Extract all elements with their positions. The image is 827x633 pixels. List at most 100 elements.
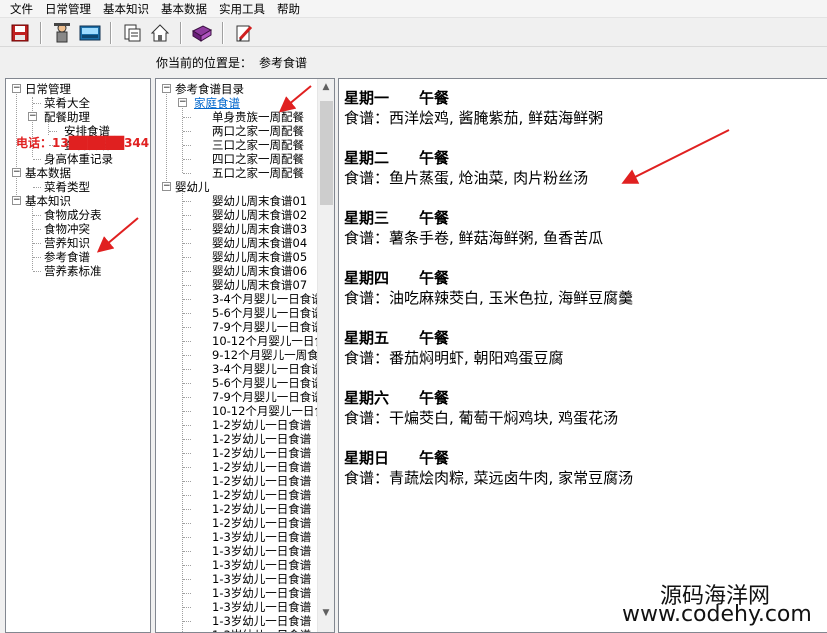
tree-item-infant-recipe[interactable]: 1-3岁幼儿一日食谱 <box>212 614 311 628</box>
menu-day-heading: 星期一 午餐 <box>344 87 449 108</box>
collapse-toggle[interactable]: − <box>28 112 37 121</box>
tree-item-infant-recipe[interactable]: 1-2岁幼儿一日食谱 <box>212 446 311 460</box>
menu-recipe-text: 食谱：鱼片蒸蛋, 炝油菜, 肉片粉丝汤 <box>344 169 589 187</box>
tree-item-infant-recipe[interactable]: 1-3岁幼儿一日食谱 <box>212 600 311 614</box>
tree-item-infant-recipe[interactable]: 婴幼儿周末食谱07 <box>212 278 307 292</box>
home-icon <box>150 23 170 41</box>
tree-item-family-recipe[interactable]: 五口之家一周配餐 <box>212 166 304 180</box>
tree-item-infant-recipe[interactable]: 婴幼儿周末食谱05 <box>212 250 307 264</box>
tree-line <box>183 341 191 342</box>
tree-item-family-recipes[interactable]: 家庭食谱 <box>194 96 240 110</box>
menu-basic-knowledge[interactable]: 基本知识 <box>97 0 155 18</box>
collapse-toggle[interactable]: − <box>162 182 171 191</box>
tree-item-height-weight[interactable]: 身高体重记录 <box>44 152 113 166</box>
tree-item-family-recipe[interactable]: 单身贵族一周配餐 <box>212 110 304 124</box>
tree-item-infant-recipe[interactable]: 1-2岁幼儿一日食谱 <box>212 432 311 446</box>
tree-item-infant-recipe[interactable]: 1-2岁幼儿一日食谱 <box>212 488 311 502</box>
tree-line <box>33 229 41 230</box>
collapse-toggle[interactable]: − <box>162 84 171 93</box>
phone-annotation: 电话：13██████344 <box>16 136 150 150</box>
scroll-up-arrow[interactable]: ▲ <box>318 79 334 95</box>
tree-item-family-recipe[interactable]: 两口之家一周配餐 <box>212 124 304 138</box>
tree-item-infant-recipe[interactable]: 5-6个月婴儿一日食谱 <box>212 306 323 320</box>
tree-item-infant-recipe[interactable]: 婴幼儿周末食谱02 <box>212 208 307 222</box>
tree-item-nutrition-knowledge[interactable]: 营养知识 <box>44 236 90 250</box>
tree-line <box>183 355 191 356</box>
document-button[interactable] <box>120 21 144 45</box>
home-button[interactable] <box>148 21 172 45</box>
day-label: 星期五 <box>344 329 390 347</box>
tree-item-infant-recipe[interactable]: 婴幼儿周末食谱06 <box>212 264 307 278</box>
tree-item-reference-recipes[interactable]: 参考食谱 <box>44 250 90 264</box>
collapse-toggle[interactable]: − <box>12 168 21 177</box>
meal-label: 午餐 <box>419 209 450 227</box>
tree-item-infant-recipe[interactable]: 1-3岁幼儿一日食谱 <box>212 530 311 544</box>
tree-line <box>183 369 191 370</box>
tree-item-infant-recipe[interactable]: 婴幼儿周末食谱03 <box>212 222 307 236</box>
tree-item-infant-recipe[interactable]: 1-3岁幼儿一日食谱 <box>212 572 311 586</box>
vertical-scrollbar[interactable]: ▲ ▼ <box>317 79 334 632</box>
tree-item-meal-assistant[interactable]: 配餐助理 <box>44 110 90 124</box>
tree-item-infant-recipe[interactable]: 1-2岁幼儿一日食谱 <box>212 460 311 474</box>
menu-file[interactable]: 文件 <box>0 0 39 18</box>
tree-item-infant-recipe[interactable]: 婴幼儿周末食谱01 <box>212 194 307 208</box>
save-button[interactable] <box>8 21 32 45</box>
tree-item-family-recipe[interactable]: 四口之家一周配餐 <box>212 152 304 166</box>
tree-item-infant-recipe[interactable]: 3-4个月婴儿一日食谱 <box>212 362 323 376</box>
toolbar-separator <box>40 21 42 44</box>
tree-item-family-recipe[interactable]: 三口之家一周配餐 <box>212 138 304 152</box>
tree-item-infant-recipe[interactable]: 1-3岁幼儿一日食谱 <box>212 586 311 600</box>
tree-line <box>183 313 191 314</box>
tree-item-basic-knowledge[interactable]: 基本知识 <box>25 194 71 208</box>
menu-help[interactable]: 帮助 <box>271 0 306 18</box>
tree-item-infant-recipe[interactable]: 9-12个月婴儿一周食谱 <box>212 348 330 362</box>
menu-daily-management[interactable]: 日常管理 <box>39 0 97 18</box>
tree-line <box>183 411 191 412</box>
tree-item-infant-recipe[interactable]: 1-3岁幼儿一日食谱 <box>212 628 311 632</box>
tree-item-infants[interactable]: 婴幼儿 <box>175 180 210 194</box>
tree-item-food-conflicts[interactable]: 食物冲突 <box>44 222 90 236</box>
tree-item-daily-management[interactable]: 日常管理 <box>25 82 71 96</box>
app-window: 文件 日常管理 基本知识 基本数据 实用工具 帮助 你当前的位置是： 参考食谱 … <box>0 0 827 633</box>
tree-item-infant-recipe[interactable]: 1-2岁幼儿一日食谱 <box>212 502 311 516</box>
tree-item-infant-recipe[interactable]: 5-6个月婴儿一日食谱 <box>212 376 323 390</box>
collapse-toggle[interactable]: − <box>12 84 21 93</box>
tree-item-infant-recipe[interactable]: 1-2岁幼儿一日食谱 <box>212 418 311 432</box>
tree-item-infant-recipe[interactable]: 3-4个月婴儿一日食谱 <box>212 292 323 306</box>
menu-recipe-text: 食谱：干煸茭白, 葡萄干焖鸡块, 鸡蛋花汤 <box>344 409 619 427</box>
tree-item-infant-recipe[interactable]: 7-9个月婴儿一日食谱 <box>212 390 323 404</box>
tree-line <box>183 439 191 440</box>
menu-tools[interactable]: 实用工具 <box>213 0 271 18</box>
calculator-button[interactable] <box>78 21 102 45</box>
document-icon <box>124 24 141 41</box>
user-button[interactable] <box>50 21 74 45</box>
tree-item-infant-recipe[interactable]: 1-3岁幼儿一日食谱 <box>212 544 311 558</box>
tree-item-infant-recipe[interactable]: 7-9个月婴儿一日食谱 <box>212 320 323 334</box>
menu-basic-data[interactable]: 基本数据 <box>155 0 213 18</box>
tree-line <box>183 145 191 146</box>
tree-root-recipe-directory[interactable]: 参考食谱目录 <box>175 82 244 96</box>
scroll-down-arrow[interactable]: ▼ <box>318 605 334 621</box>
tree-item-dish-collection[interactable]: 菜肴大全 <box>44 96 90 110</box>
menu-recipe-text: 食谱：薯条手卷, 鲜菇海鲜粥, 鱼香苦瓜 <box>344 229 604 247</box>
scroll-thumb[interactable] <box>320 101 333 205</box>
tree-item-infant-recipe[interactable]: 1-3岁幼儿一日食谱 <box>212 558 311 572</box>
meal-label: 午餐 <box>419 89 450 107</box>
book-button[interactable] <box>190 21 214 45</box>
tree-line <box>183 593 191 594</box>
tree-line <box>183 243 191 244</box>
tree-line <box>183 285 191 286</box>
tree-item-dish-types[interactable]: 菜肴类型 <box>44 180 90 194</box>
menu-day-heading: 星期三 午餐 <box>344 207 449 228</box>
tree-item-infant-recipe[interactable]: 1-2岁幼儿一日食谱 <box>212 516 311 530</box>
collapse-toggle[interactable]: − <box>178 98 187 107</box>
tree-item-infant-recipe[interactable]: 1-2岁幼儿一日食谱 <box>212 474 311 488</box>
tree-item-nutrient-standards[interactable]: 营养素标准 <box>44 264 102 278</box>
tree-item-basic-data[interactable]: 基本数据 <box>25 166 71 180</box>
left-nav-tree: − 日常管理 菜肴大全 − 配餐助理 安排食谱 查看食谱 身高体重记录 − 基本… <box>5 78 151 633</box>
tree-item-infant-recipe[interactable]: 婴幼儿周末食谱04 <box>212 236 307 250</box>
edit-button[interactable] <box>232 21 256 45</box>
collapse-toggle[interactable]: − <box>12 196 21 205</box>
book-icon <box>191 24 213 42</box>
tree-item-food-composition[interactable]: 食物成分表 <box>44 208 102 222</box>
